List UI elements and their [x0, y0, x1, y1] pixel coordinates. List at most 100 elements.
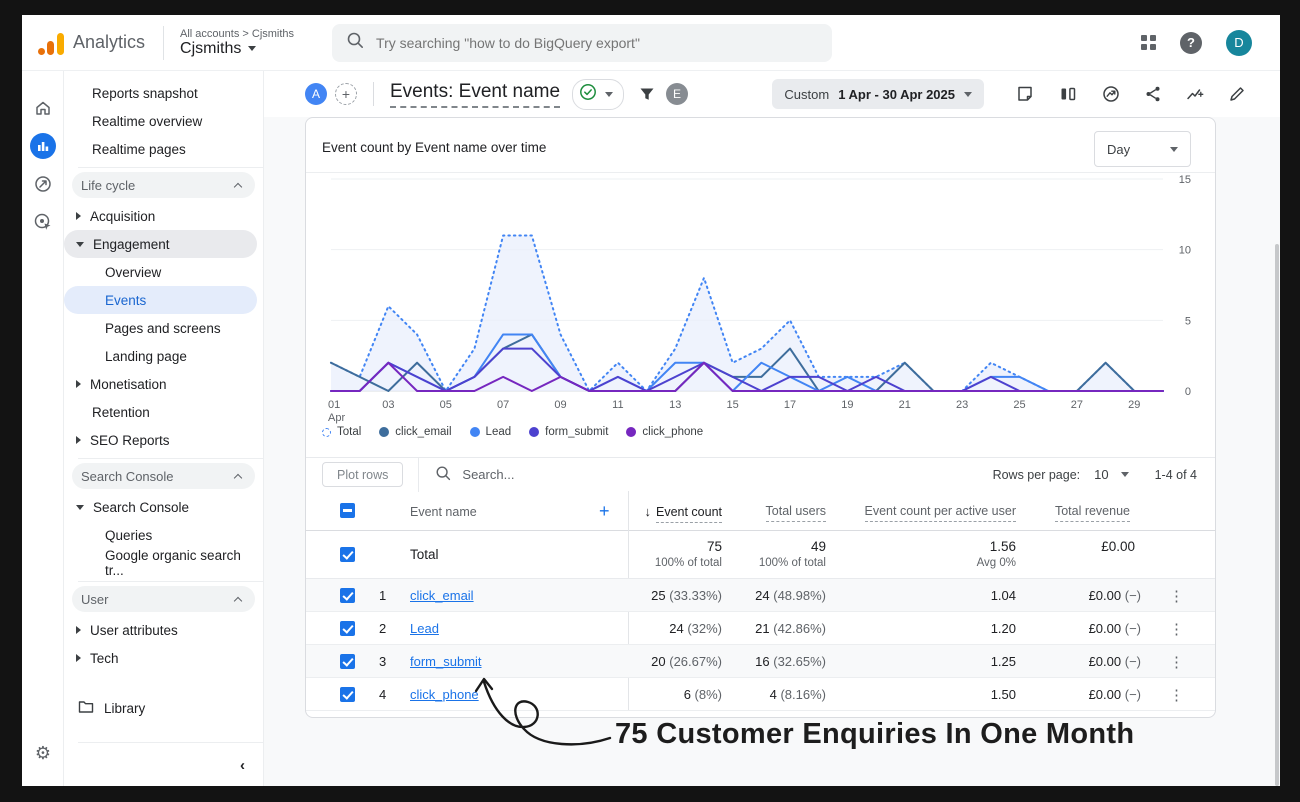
cell-event-count: 6 (8%): [684, 687, 722, 702]
column-header-event-name[interactable]: Event name: [410, 505, 477, 519]
row-index: 4: [379, 687, 386, 702]
add-comparison-icon[interactable]: +: [335, 83, 357, 105]
sidebar-item-acquisition[interactable]: Acquisition: [64, 202, 263, 230]
sidebar-section-life-cycle[interactable]: Life cycle: [72, 172, 255, 198]
divider: [418, 458, 419, 492]
account-switcher[interactable]: All accounts > Cjsmiths Cjsmiths: [180, 28, 294, 58]
svg-text:13: 13: [669, 399, 681, 411]
row-menu-kebab-icon[interactable]: ⋮: [1169, 620, 1185, 638]
home-icon[interactable]: [30, 95, 56, 121]
share-value: (−): [1121, 687, 1141, 702]
sidebar-item-tech[interactable]: Tech: [64, 644, 263, 672]
sidebar-item-library[interactable]: Library: [64, 694, 263, 722]
legend-item-total[interactable]: Total: [322, 426, 361, 438]
filter-funnel-icon[interactable]: [638, 85, 656, 103]
scrollbar-thumb[interactable]: [1275, 244, 1279, 786]
sort-desc-icon: ↓: [644, 504, 651, 519]
sidebar-item-user-attributes[interactable]: User attributes: [64, 616, 263, 644]
advertising-icon[interactable]: [30, 209, 56, 235]
sidebar-item-google-organic-search-tr[interactable]: Google organic search tr...: [64, 549, 263, 577]
events-line-chart[interactable]: 05101501Apr0305070911131517192123252729: [322, 175, 1201, 425]
svg-text:15: 15: [1179, 175, 1191, 186]
section-label: User: [81, 592, 108, 607]
explore-icon[interactable]: [30, 171, 56, 197]
table-row-click-email: 1click_email25 (33.33%)24 (48.98%)1.04£0…: [306, 579, 1215, 612]
cell-total-users: 21 (42.86%): [755, 621, 826, 636]
row-checkbox[interactable]: [340, 654, 355, 669]
sidebar-item-search-console[interactable]: Search Console: [64, 493, 263, 521]
column-header-per-active-user[interactable]: Event count per active user: [865, 504, 1016, 518]
apps-grid-icon[interactable]: [1141, 35, 1156, 50]
legend-item-click-email[interactable]: click_email: [379, 426, 451, 438]
chevron-down-icon[interactable]: [1121, 472, 1129, 477]
sidebar-section-user[interactable]: User: [72, 586, 255, 612]
edit-pencil-icon[interactable]: [1228, 85, 1246, 103]
compare-icon[interactable]: [1058, 84, 1078, 104]
sidebar-item-engagement[interactable]: Engagement: [64, 230, 257, 258]
sidebar-item-retention[interactable]: Retention: [64, 398, 263, 426]
sidebar-item-reports-snapshot[interactable]: Reports snapshot: [64, 79, 263, 107]
plot-rows-button[interactable]: Plot rows: [322, 462, 403, 487]
sidebar-item-pages-and-screens[interactable]: Pages and screens: [64, 314, 263, 342]
row-menu-kebab-icon[interactable]: ⋮: [1169, 686, 1185, 704]
top-bar: Analytics All accounts > Cjsmiths Cjsmit…: [22, 15, 1280, 71]
legend-item-click-phone[interactable]: click_phone: [626, 426, 703, 438]
row-checkbox[interactable]: [340, 621, 355, 636]
global-search[interactable]: [332, 24, 832, 62]
svg-text:17: 17: [784, 399, 796, 411]
help-icon[interactable]: ?: [1180, 32, 1202, 54]
row-checkbox[interactable]: [340, 547, 355, 562]
sidebar-item-label: User attributes: [90, 623, 178, 638]
event-link-click-email[interactable]: click_email: [410, 588, 474, 603]
sidebar-item-overview[interactable]: Overview: [64, 258, 263, 286]
sidebar-item-realtime-overview[interactable]: Realtime overview: [64, 107, 263, 135]
chart-title: Event count by Event name over time: [322, 140, 546, 155]
legend-item-form-submit[interactable]: form_submit: [529, 426, 608, 438]
select-all-checkbox[interactable]: [340, 503, 355, 518]
table-search[interactable]: Search...: [435, 465, 514, 484]
sidebar-item-label: Monetisation: [90, 377, 167, 392]
add-column-icon[interactable]: +: [599, 501, 610, 522]
search-input[interactable]: [376, 35, 796, 51]
sidebar-item-label: Pages and screens: [105, 321, 221, 336]
comparison-avatar[interactable]: E: [666, 83, 688, 105]
settings-gear-icon[interactable]: ⚙: [30, 740, 56, 766]
notes-icon[interactable]: [1015, 84, 1035, 104]
event-link-lead[interactable]: Lead: [410, 621, 439, 636]
sidebar-section-search-console[interactable]: Search Console: [72, 463, 255, 489]
sidebar-item-monetisation[interactable]: Monetisation: [64, 370, 263, 398]
cell-total-users: 24 (48.98%): [755, 588, 826, 603]
collapse-arrow-icon: [76, 626, 81, 634]
property-avatar[interactable]: A: [305, 83, 327, 105]
sidebar-item-events[interactable]: Events: [64, 286, 257, 314]
row-checkbox[interactable]: [340, 588, 355, 603]
user-avatar[interactable]: D: [1226, 30, 1252, 56]
legend-item-lead[interactable]: Lead: [470, 426, 512, 438]
share-icon[interactable]: [1144, 85, 1162, 103]
row-menu-kebab-icon[interactable]: ⋮: [1169, 653, 1185, 671]
report-status-pill[interactable]: [572, 79, 624, 110]
sidebar-item-seo-reports[interactable]: SEO Reports: [64, 426, 263, 454]
row-menu-kebab-icon[interactable]: ⋮: [1169, 587, 1185, 605]
insights-icon[interactable]: [1101, 84, 1121, 104]
sparkline-icon[interactable]: [1185, 84, 1205, 104]
sidebar-item-queries[interactable]: Queries: [64, 521, 263, 549]
event-link-click-phone[interactable]: click_phone: [410, 687, 479, 702]
column-header-total-revenue[interactable]: Total revenue: [1055, 504, 1130, 518]
column-header-total-users[interactable]: Total users: [766, 504, 826, 518]
sidebar-footer: ‹: [78, 742, 263, 786]
legend-marker-form-submit: [529, 427, 539, 437]
report-title[interactable]: Events: Event name: [390, 81, 560, 108]
rows-per-page-value[interactable]: 10: [1094, 467, 1108, 482]
event-link-form-submit[interactable]: form_submit: [410, 654, 482, 669]
sidebar-item-landing-page[interactable]: Landing page: [64, 342, 263, 370]
column-header-event-count[interactable]: ↓Event count: [644, 504, 722, 519]
collapse-sidebar-icon[interactable]: ‹: [240, 757, 245, 774]
library-folder-icon: [78, 700, 94, 717]
reports-icon[interactable]: [30, 133, 56, 159]
date-range-picker[interactable]: Custom 1 Apr - 30 Apr 2025: [772, 79, 984, 109]
sidebar-item-realtime-pages[interactable]: Realtime pages: [64, 135, 263, 163]
granularity-select[interactable]: Day: [1094, 131, 1191, 167]
chevron-up-icon: [234, 597, 242, 605]
row-checkbox[interactable]: [340, 687, 355, 702]
